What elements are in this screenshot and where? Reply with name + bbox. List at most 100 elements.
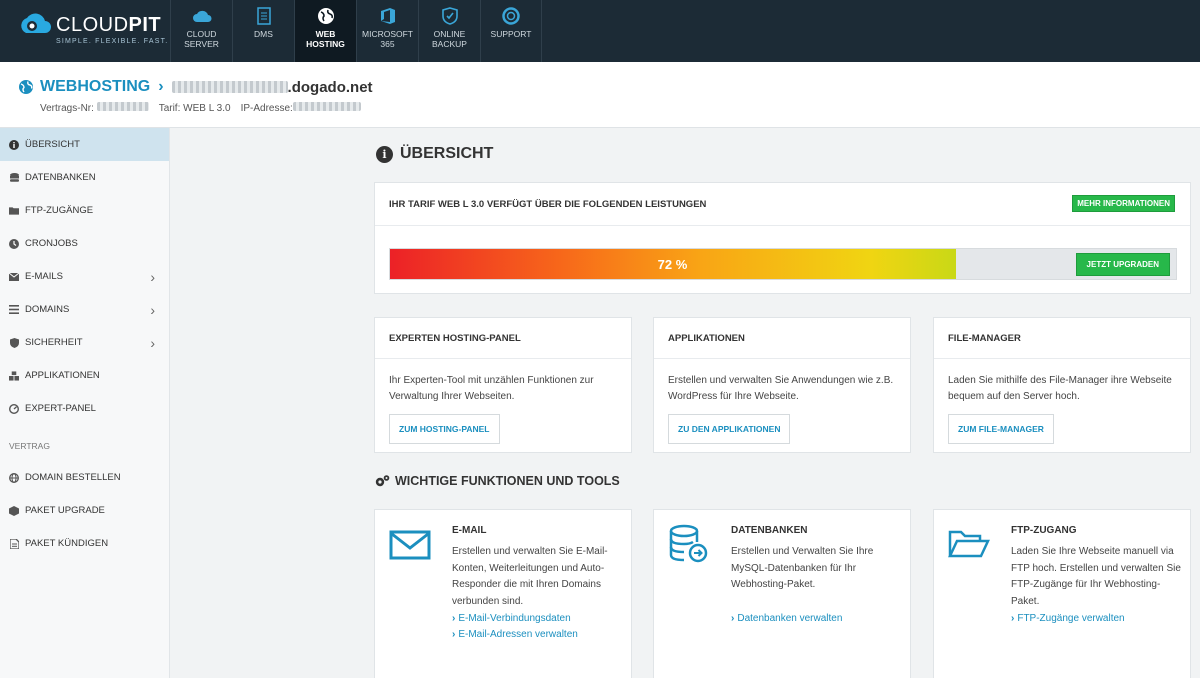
- tarif-card: IHR TARIF WEB L 3.0 VERFÜGT ÜBER DIE FOL…: [374, 182, 1191, 294]
- service-card-file-manager: FILE-MANAGER Laden Sie mithilfe des File…: [933, 317, 1191, 453]
- cloud-icon: [192, 6, 212, 26]
- info-icon: [9, 139, 19, 150]
- manage-ftp-link[interactable]: › FTP-Zugänge verwalten: [1011, 611, 1125, 627]
- breadcrumb-separator: ›: [158, 78, 164, 95]
- hosting-panel-button[interactable]: ZUM HOSTING-PANEL: [389, 414, 500, 444]
- sidebar-item-label: DATENBANKEN: [25, 172, 96, 183]
- sidebar-item-datenbanken[interactable]: DATENBANKEN: [0, 161, 169, 194]
- service-card-hosting-panel: EXPERTEN HOSTING-PANEL Ihr Experten-Tool…: [374, 317, 632, 453]
- applikationen-button[interactable]: ZU DEN APPLIKATIONEN: [668, 414, 791, 444]
- sidebar-item-domains[interactable]: DOMAINS ›: [0, 293, 169, 326]
- sidebar-item-uebersicht[interactable]: ÜBERSICHT: [0, 128, 169, 161]
- sidebar-item-label: ÜBERSICHT: [25, 139, 80, 150]
- sidebar-item-label: SICHERHEIT: [25, 337, 83, 348]
- service-heading: EXPERTEN HOSTING-PANEL: [375, 318, 631, 359]
- main-title-text: ÜBERSICHT: [400, 145, 494, 162]
- brand-logo[interactable]: CLOUDPIT SIMPLE. FLEXIBLE. FAST.: [0, 0, 170, 62]
- sidebar-item-paket-kuendigen[interactable]: PAKET KÜNDIGEN: [0, 527, 169, 560]
- chevron-right-icon: ›: [150, 269, 155, 285]
- nav-label: BACKUP: [432, 39, 467, 49]
- redacted-domain: [171, 81, 288, 93]
- brand-name-bold: PIT: [128, 14, 162, 36]
- nav-label: 365: [380, 39, 395, 49]
- sidebar-item-cronjobs[interactable]: CRONJOBS: [0, 227, 169, 260]
- usage-progress-bar: 72 % JETZT UPGRADEN: [389, 248, 1177, 280]
- redacted-contract-number: [96, 102, 149, 111]
- top-navigation: CLOUDPIT SIMPLE. FLEXIBLE. FAST. CLOUD S…: [0, 0, 1200, 62]
- tools-section-title: WICHTIGE FUNKTIONEN UND TOOLS: [374, 474, 620, 488]
- sidebar-item-label: CRONJOBS: [25, 238, 78, 249]
- more-info-button[interactable]: MEHR INFORMATIONEN: [1072, 195, 1175, 212]
- nav-label: CLOUD: [186, 29, 217, 39]
- sidebar-item-domain-bestellen[interactable]: DOMAIN BESTELLEN: [0, 461, 169, 494]
- database-icon: [9, 172, 19, 183]
- upgrade-button[interactable]: JETZT UPGRADEN: [1075, 253, 1170, 276]
- nav-label: ONLINE: [433, 29, 466, 39]
- nav-label: WEB: [315, 29, 336, 39]
- page-title[interactable]: WEBHOSTING: [40, 78, 150, 96]
- nav-label: MICROSOFT: [362, 29, 413, 39]
- service-card-applikationen: APPLIKATIONEN Erstellen und verwalten Si…: [653, 317, 911, 453]
- tool-description: Erstellen und Verwalten Sie Ihre MySQL-D…: [731, 546, 874, 590]
- document-icon: [254, 6, 274, 26]
- sidebar-section-vertrag: VERTRAG: [9, 441, 50, 451]
- contract-meta: Vertrags-Nr: Tarif: WEB L 3.0 IP-Adresse…: [40, 102, 361, 114]
- globe-icon: [19, 80, 33, 94]
- contract-label: Vertrags-Nr:: [40, 103, 94, 114]
- sidebar: ÜBERSICHT DATENBANKEN FTP-ZUGÄNGE CRONJO…: [0, 128, 170, 678]
- brand-tagline: SIMPLE. FLEXIBLE. FAST.: [56, 38, 169, 45]
- database-icon: [669, 524, 708, 563]
- sidebar-item-applikationen[interactable]: APPLIKATIONEN: [0, 359, 169, 392]
- sidebar-item-label: APPLIKATIONEN: [25, 370, 100, 381]
- ip-label: IP-Adresse:: [240, 103, 293, 114]
- chevron-right-icon: ›: [452, 613, 456, 624]
- tool-card-datenbanken: DATENBANKEN Erstellen und Verwalten Sie …: [653, 509, 911, 678]
- chevron-right-icon: ›: [731, 613, 735, 624]
- nav-online-backup[interactable]: ONLINE BACKUP: [418, 0, 480, 62]
- gears-icon: [375, 475, 390, 487]
- envelope-icon: [9, 272, 19, 282]
- service-description: Ihr Experten-Tool mit unzählen Funktione…: [389, 375, 594, 402]
- nav-dms[interactable]: DMS: [232, 0, 294, 62]
- email-connection-link[interactable]: › E-Mail-Verbindungsdaten: [452, 611, 578, 627]
- nav-label: SUPPORT: [490, 29, 532, 39]
- breadcrumb: WEBHOSTING › .dogado.net: [18, 78, 373, 96]
- nav-web-hosting[interactable]: WEB HOSTING: [294, 0, 356, 62]
- sidebar-item-ftp-zugaenge[interactable]: FTP-ZUGÄNGE: [0, 194, 169, 227]
- service-heading: FILE-MANAGER: [934, 318, 1190, 359]
- nav-support[interactable]: SUPPORT: [480, 0, 542, 62]
- globe-icon: [316, 6, 336, 26]
- brand-name: CLOUD: [56, 14, 129, 36]
- gauge-icon: [9, 403, 19, 414]
- tarif-label: Tarif:: [158, 102, 181, 114]
- lifebuoy-icon: [501, 6, 521, 26]
- shield-icon: [440, 6, 460, 26]
- redacted-ip: [292, 102, 361, 111]
- link-label: Datenbanken verwalten: [737, 613, 843, 624]
- sidebar-item-paket-upgrade[interactable]: PAKET UPGRADE: [0, 494, 169, 527]
- tool-title: DATENBANKEN: [731, 525, 808, 536]
- cloudpit-logo-icon: [21, 13, 51, 33]
- chevron-right-icon: ›: [150, 335, 155, 351]
- nav-cloud-server[interactable]: CLOUD SERVER: [170, 0, 232, 62]
- chevron-right-icon: ›: [1011, 613, 1015, 624]
- manage-databases-link[interactable]: › Datenbanken verwalten: [731, 611, 842, 627]
- list-icon: [9, 305, 19, 315]
- sidebar-item-expert-panel[interactable]: EXPERT-PANEL: [0, 392, 169, 425]
- sidebar-item-label: FTP-ZUGÄNGE: [25, 205, 94, 216]
- file-icon: [9, 538, 19, 549]
- box-icon: [9, 505, 19, 516]
- sidebar-item-label: PAKET KÜNDIGEN: [25, 538, 109, 549]
- tools-section-title-text: WICHTIGE FUNKTIONEN UND TOOLS: [395, 474, 620, 488]
- nav-microsoft-365[interactable]: MICROSOFT 365: [356, 0, 418, 62]
- nav-label: SERVER: [184, 39, 219, 49]
- email-addresses-link[interactable]: › E-Mail-Adressen verwalten: [452, 627, 578, 643]
- tool-description: Laden Sie Ihre Webseite manuell via FTP …: [1011, 546, 1181, 607]
- main-title: i ÜBERSICHT: [376, 145, 493, 163]
- file-manager-button[interactable]: ZUM FILE-MANAGER: [948, 414, 1054, 444]
- folder-open-icon: [948, 530, 990, 558]
- domain-name: .dogado.net: [287, 78, 373, 96]
- clock-icon: [9, 238, 19, 249]
- sidebar-item-sicherheit[interactable]: SICHERHEIT ›: [0, 326, 169, 359]
- sidebar-item-e-mails[interactable]: E-MAILS ›: [0, 260, 169, 293]
